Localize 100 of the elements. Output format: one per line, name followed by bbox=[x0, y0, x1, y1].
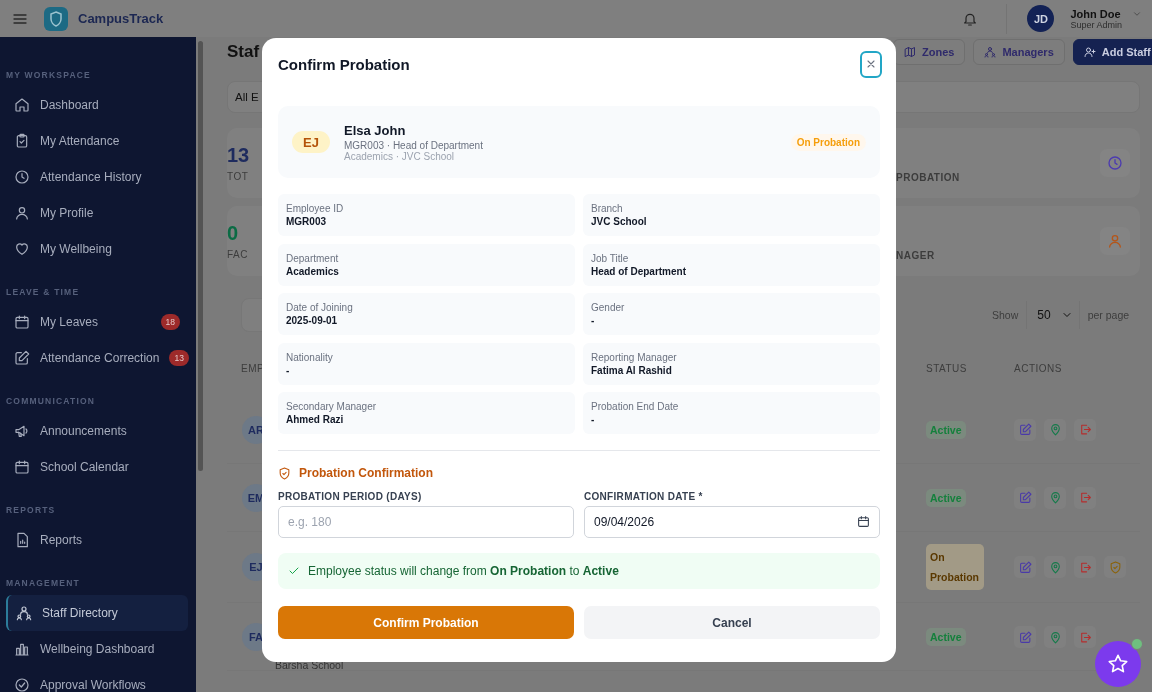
action-button[interactable] bbox=[1074, 626, 1096, 648]
show-label: Show bbox=[992, 309, 1019, 321]
filter-tab[interactable]: All E bbox=[228, 91, 263, 103]
field-label: Nationality bbox=[286, 351, 334, 363]
stat-label: PROBATION bbox=[896, 171, 960, 183]
field-value: - bbox=[591, 315, 596, 326]
field-label: Job Title bbox=[591, 252, 630, 264]
field-label: Employee ID bbox=[286, 203, 345, 214]
home-icon bbox=[14, 97, 30, 113]
close-button[interactable] bbox=[860, 50, 882, 78]
megaphone-icon bbox=[14, 423, 30, 439]
notice-text: Employee status will change from On Probation to Active bbox=[308, 564, 619, 578]
employee-meta: Academics · JVC School bbox=[344, 150, 455, 162]
stat-label: NAGER bbox=[896, 249, 935, 261]
action-button[interactable] bbox=[1074, 418, 1096, 441]
clock-icon bbox=[14, 169, 30, 185]
sidebar-item[interactable]: Wellbeing Dashboard bbox=[6, 631, 188, 667]
action-button[interactable] bbox=[1044, 486, 1066, 509]
location-pin-icon bbox=[1048, 423, 1062, 436]
count-badge: 13 bbox=[169, 350, 189, 366]
edit-icon bbox=[1018, 560, 1032, 574]
report-icon bbox=[14, 532, 30, 548]
status-dot bbox=[1131, 638, 1143, 650]
action-button[interactable] bbox=[1014, 418, 1036, 441]
per-page-label: per page bbox=[1087, 309, 1130, 321]
stat-label: TOT bbox=[227, 171, 250, 182]
input-field[interactable]: e.g. 180 bbox=[278, 506, 574, 538]
action-button[interactable] bbox=[1044, 418, 1066, 441]
toolbar-button[interactable]: Add Staff bbox=[1072, 39, 1152, 65]
action-button[interactable] bbox=[1104, 556, 1126, 578]
shield-icon bbox=[278, 466, 291, 480]
action-button[interactable] bbox=[1014, 486, 1036, 509]
people-icon bbox=[16, 605, 32, 621]
sidebar-item[interactable]: Staff Directory bbox=[6, 595, 188, 631]
status-badge: On Probation bbox=[926, 544, 984, 590]
star-icon bbox=[1107, 653, 1129, 675]
column-header: STATUS bbox=[926, 362, 968, 374]
action-button[interactable] bbox=[1044, 626, 1066, 648]
calendar-icon bbox=[14, 314, 30, 330]
action-button[interactable] bbox=[1074, 556, 1096, 578]
status-badge: Active bbox=[926, 628, 966, 646]
employee-name: Elsa John bbox=[344, 122, 407, 138]
sidebar-item[interactable]: My Attendance bbox=[6, 123, 188, 159]
add-user-icon bbox=[1083, 46, 1096, 58]
field-label: Date of Joining bbox=[286, 302, 354, 313]
action-button[interactable] bbox=[1074, 486, 1096, 509]
sidebar-item[interactable]: Approval Workflows bbox=[6, 667, 188, 692]
action-button[interactable] bbox=[1044, 556, 1066, 578]
logout-icon bbox=[1078, 423, 1092, 436]
field-value: - bbox=[286, 364, 291, 376]
stat-label: FAC bbox=[227, 249, 249, 260]
sidebar-item[interactable]: My Leaves 18 bbox=[6, 304, 188, 340]
calendar-icon bbox=[857, 515, 870, 528]
clock-icon bbox=[1107, 155, 1123, 171]
shield-icon bbox=[1108, 560, 1122, 574]
sidebar-item[interactable]: My Profile bbox=[6, 195, 188, 231]
user-icon bbox=[14, 205, 30, 221]
section-label: REPORTS bbox=[6, 505, 57, 515]
field-label: Reporting Manager bbox=[591, 351, 678, 363]
sidebar-item[interactable]: Dashboard bbox=[6, 87, 188, 123]
page-size-select[interactable]: 50 bbox=[1026, 301, 1080, 329]
field-value: - bbox=[591, 414, 596, 425]
field-label: Gender bbox=[591, 302, 626, 313]
user-avatar[interactable]: JD bbox=[1027, 5, 1055, 32]
scrollbar[interactable] bbox=[198, 41, 203, 471]
sidebar-item[interactable]: Announcements bbox=[6, 413, 188, 449]
field-label: Branch bbox=[591, 203, 624, 214]
stat-value: 0 bbox=[227, 222, 240, 245]
sidebar-item[interactable]: My Wellbeing bbox=[6, 231, 188, 267]
field-value: JVC School bbox=[591, 216, 648, 227]
people-icon bbox=[984, 46, 997, 58]
field-value: Ahmed Razi bbox=[286, 414, 345, 425]
cancel-button[interactable]: Cancel bbox=[584, 606, 880, 639]
section-label: MY WORKSPACE bbox=[6, 70, 92, 80]
user-name: John Doe bbox=[1070, 7, 1122, 20]
employee-meta: MGR003 · Head of Department bbox=[344, 139, 483, 151]
shield-logo-icon bbox=[44, 6, 68, 31]
action-button[interactable] bbox=[1014, 626, 1036, 648]
field-value: MGR003 bbox=[286, 216, 327, 227]
bar-chart-icon bbox=[14, 641, 30, 657]
check-circle-icon bbox=[14, 677, 30, 692]
employee-avatar: EJ bbox=[292, 131, 330, 153]
sidebar-item[interactable]: School Calendar bbox=[6, 449, 188, 485]
clipboard-icon bbox=[14, 133, 30, 149]
field-value: Academics bbox=[286, 265, 340, 277]
input-label: PROBATION PERIOD (DAYS) bbox=[278, 491, 423, 502]
section-title: Probation Confirmation bbox=[299, 466, 433, 480]
location-pin-icon bbox=[1048, 560, 1062, 574]
action-button[interactable] bbox=[1014, 556, 1036, 578]
favorites-button[interactable] bbox=[1095, 641, 1141, 687]
sidebar-item[interactable]: Attendance Correction 13 bbox=[6, 340, 188, 376]
sidebar-item[interactable]: Attendance History bbox=[6, 159, 188, 195]
location-pin-icon bbox=[1048, 630, 1062, 644]
status-badge: On Probation bbox=[790, 133, 866, 151]
field-value: Head of Department bbox=[591, 265, 687, 277]
logout-icon bbox=[1078, 630, 1092, 644]
sidebar-item[interactable]: Reports bbox=[6, 522, 188, 558]
input-label: CONFIRMATION DATE * bbox=[584, 491, 704, 502]
field-value: Fatima Al Rashid bbox=[591, 364, 673, 376]
date-field[interactable]: 09/04/2026 bbox=[584, 506, 880, 538]
